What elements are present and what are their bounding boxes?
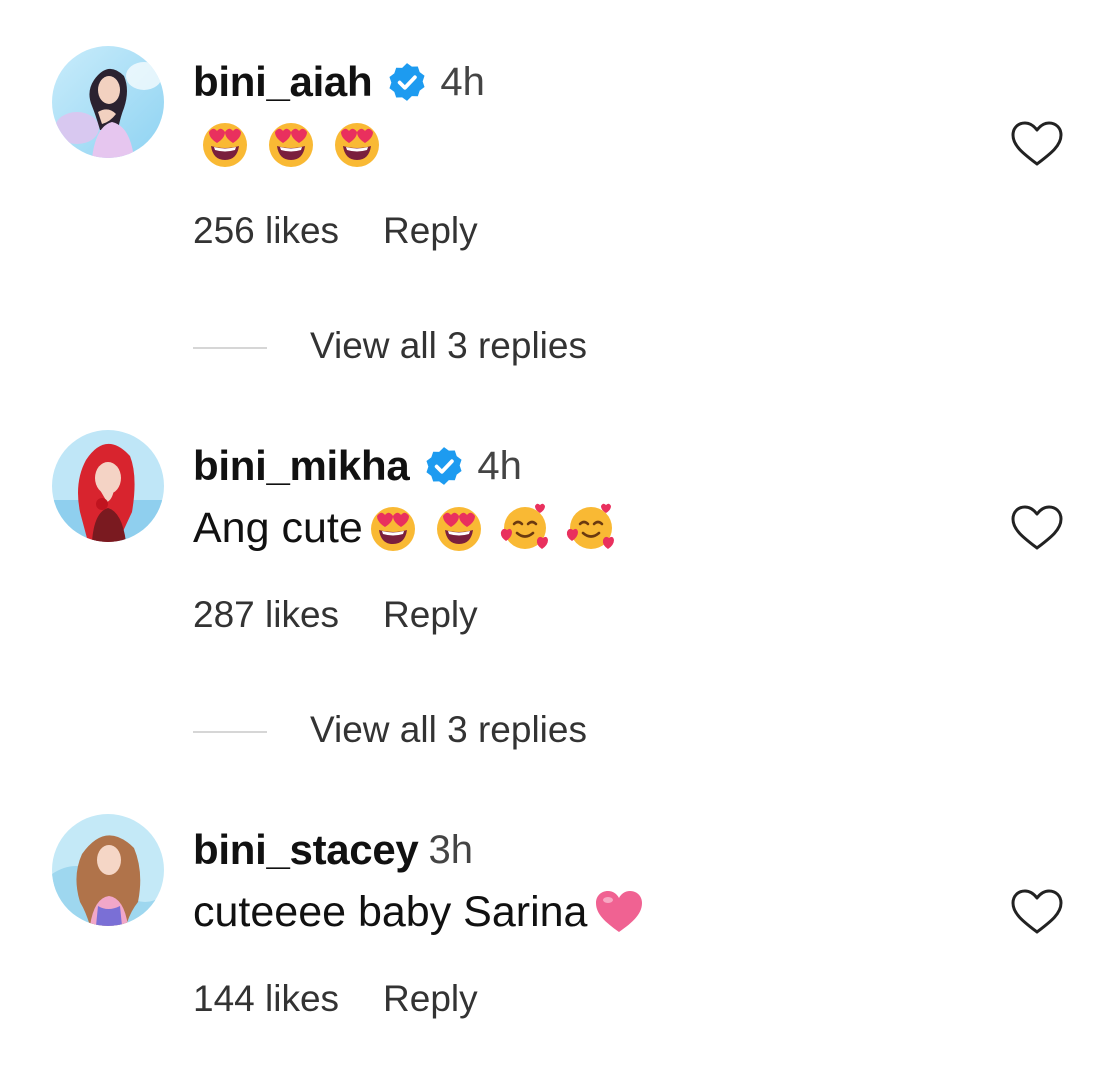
- likes-count[interactable]: 144 likes: [193, 978, 339, 1020]
- comment-item: bini_aiah 4h 256 likes Reply: [0, 0, 1120, 300]
- heart-outline-icon: [1011, 889, 1063, 934]
- smiling-face-with-hearts-emoji: [500, 503, 548, 549]
- like-heart-button[interactable]: [1010, 888, 1064, 936]
- view-replies-button[interactable]: View all 3 replies: [310, 709, 587, 751]
- like-heart-button[interactable]: [1010, 120, 1064, 168]
- comment-header: bini_stacey 3h: [193, 824, 473, 876]
- avatar[interactable]: [52, 46, 164, 158]
- avatar[interactable]: [52, 430, 164, 542]
- comment-text: cuteeee baby Sarina: [193, 884, 645, 940]
- view-replies-button[interactable]: View all 3 replies: [310, 325, 587, 367]
- comment-actions: 287 likes Reply: [193, 594, 478, 636]
- username[interactable]: bini_aiah: [193, 58, 373, 106]
- likes-count[interactable]: 287 likes: [193, 594, 339, 636]
- timestamp: 4h: [477, 443, 522, 488]
- avatar[interactable]: [52, 814, 164, 926]
- comment-item: bini_mikha 4h Ang cute 287 likes Reply: [0, 384, 1120, 684]
- heart-outline-icon: [1011, 121, 1063, 166]
- reply-button[interactable]: Reply: [383, 210, 478, 252]
- heart-eyes-emoji: [335, 123, 379, 167]
- comment-header: bini_aiah 4h: [193, 56, 485, 108]
- timestamp: 3h: [428, 827, 474, 872]
- like-heart-button[interactable]: [1010, 504, 1064, 552]
- smiling-face-with-hearts-emoji: [566, 503, 614, 549]
- heart-outline-icon: [1011, 505, 1063, 550]
- reply-button[interactable]: Reply: [383, 978, 478, 1020]
- comment-actions: 256 likes Reply: [193, 210, 478, 252]
- verified-badge-icon: [386, 61, 428, 103]
- comment-text: [193, 116, 383, 172]
- comment-body: Ang cute: [193, 503, 363, 552]
- heart-eyes-emoji: [370, 507, 415, 551]
- heart-eyes-emoji: [203, 123, 247, 167]
- divider: [193, 731, 267, 733]
- comment-item: bini_stacey 3h cuteeee baby Sarina 144 l…: [0, 768, 1120, 1074]
- likes-count[interactable]: 256 likes: [193, 210, 339, 252]
- view-replies-row[interactable]: View all 3 replies: [0, 323, 1120, 373]
- comment-actions: 144 likes Reply: [193, 978, 478, 1020]
- comment-header: bini_mikha 4h: [193, 440, 522, 492]
- heart-eyes-emoji: [269, 123, 313, 167]
- comment-text: Ang cute: [193, 500, 617, 556]
- pink-heart-emoji: [596, 891, 643, 932]
- username[interactable]: bini_stacey: [193, 826, 419, 874]
- timestamp: 4h: [440, 59, 485, 104]
- verified-badge-icon: [423, 445, 465, 487]
- heart-eyes-emoji: [436, 507, 481, 551]
- divider: [193, 347, 267, 349]
- comment-body: cuteeee baby Sarina: [193, 887, 588, 936]
- reply-button[interactable]: Reply: [383, 594, 478, 636]
- username[interactable]: bini_mikha: [193, 442, 410, 490]
- view-replies-row[interactable]: View all 3 replies: [0, 707, 1120, 757]
